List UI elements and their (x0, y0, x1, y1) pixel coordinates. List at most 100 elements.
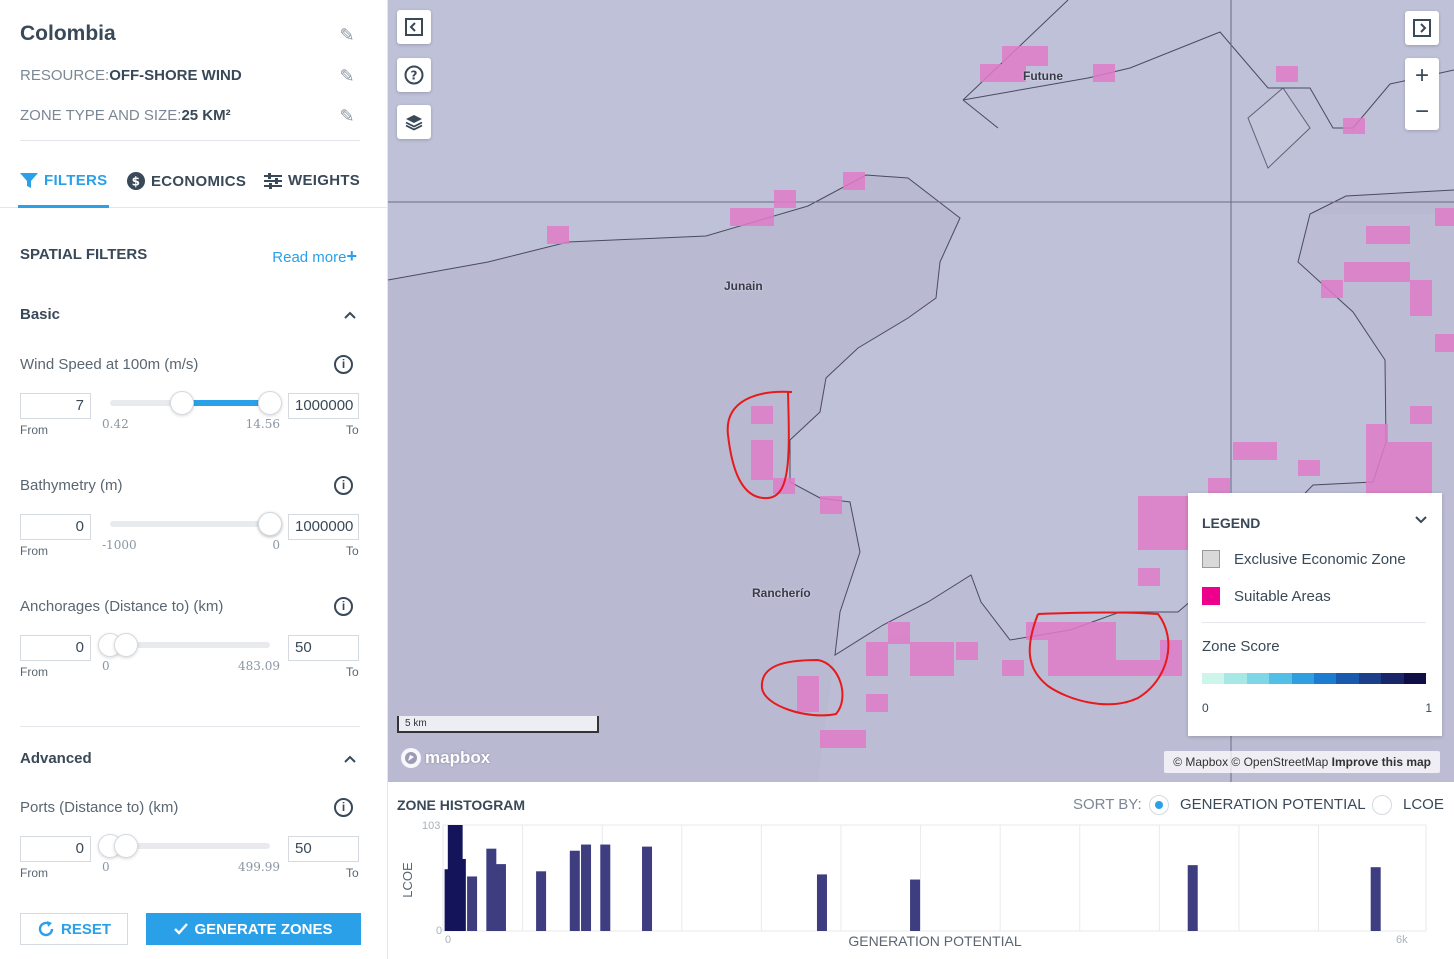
zoom-in-button[interactable]: + (1405, 58, 1439, 94)
histogram-bar[interactable] (455, 858, 466, 931)
histogram-bar[interactable] (1187, 865, 1198, 931)
range-max-handle[interactable] (258, 391, 282, 415)
suitable-area (730, 208, 774, 226)
score-color-step (1246, 673, 1270, 684)
tab-economics[interactable]: $ ECONOMICS (127, 172, 246, 190)
generate-zones-button[interactable]: GENERATE ZONES (146, 913, 361, 945)
filter-from-input[interactable]: 0 (20, 635, 91, 661)
filter-from-input[interactable]: 0 (20, 514, 91, 540)
generate-zones-label: GENERATE ZONES (194, 920, 333, 938)
edit-zone-type-icon[interactable]: ✎ (337, 106, 357, 126)
scale-bar: 5 km (397, 716, 599, 733)
place-label-junain: Junain (724, 279, 763, 293)
histogram-bar[interactable] (1370, 867, 1381, 931)
histogram-bar[interactable] (569, 850, 580, 931)
suitable-area (1048, 622, 1116, 676)
range-max-tick: 14.56 (245, 417, 280, 431)
suitable-area (1116, 660, 1160, 676)
info-icon[interactable]: i (334, 597, 353, 616)
check-icon (174, 923, 189, 935)
histogram-bar[interactable] (642, 846, 653, 931)
histogram-bar[interactable] (467, 876, 478, 931)
histogram-bar[interactable] (600, 844, 611, 931)
improve-map-link[interactable]: Improve this map (1332, 755, 1431, 769)
suitable-area (751, 406, 773, 424)
tab-weights[interactable]: WEIGHTS (264, 172, 360, 189)
histogram-bars (444, 825, 1381, 931)
histogram-bar[interactable] (536, 871, 547, 931)
range-min-handle[interactable] (170, 391, 194, 415)
score-color-step (1224, 673, 1247, 684)
filter-to-input[interactable]: 1000000 (288, 393, 359, 419)
collapse-sidebar-button[interactable] (397, 10, 431, 44)
suitable-area (1026, 622, 1048, 640)
histogram-bar[interactable] (910, 879, 921, 931)
chevron-up-icon[interactable] (343, 752, 357, 766)
info-icon[interactable]: i (334, 798, 353, 817)
histogram-bar[interactable] (816, 874, 827, 931)
range-max-handle[interactable] (258, 512, 282, 536)
map-canvas[interactable]: Futune Junain Rancherío ? + − 5 km mapbo… (388, 0, 1454, 782)
info-icon[interactable]: i (334, 355, 353, 374)
to-label: To (346, 665, 359, 679)
suitable-area (1233, 442, 1277, 460)
svg-text:$: $ (132, 175, 141, 189)
filter-icon (20, 172, 38, 188)
edit-resource-icon[interactable]: ✎ (337, 66, 357, 86)
score-min: 0 (1202, 701, 1209, 715)
edit-country-icon[interactable]: ✎ (337, 25, 357, 45)
place-label-futune: Futune (1023, 69, 1063, 83)
histogram-bar[interactable] (581, 844, 592, 931)
tab-bar: FILTERS $ ECONOMICS WEIGHTS (0, 160, 388, 208)
filter-label: Wind Speed at 100m (m/s) (20, 356, 199, 373)
legend-title: LEGEND (1202, 515, 1261, 531)
filter-to-input[interactable]: 50 (288, 635, 359, 661)
layers-button[interactable] (397, 105, 431, 139)
refresh-icon (38, 921, 54, 937)
help-button[interactable]: ? (397, 58, 431, 92)
help-icon: ? (404, 65, 424, 85)
range-max-handle[interactable] (114, 633, 138, 657)
basic-section-heading: Basic (20, 306, 61, 323)
read-more-link[interactable]: Read more+ (272, 246, 357, 267)
resource-value: OFF-SHORE WIND (109, 67, 242, 84)
suitable-area (956, 642, 978, 660)
filter-from-input[interactable]: 7 (20, 393, 91, 419)
divider (1202, 622, 1426, 623)
range-min-tick: 0 (102, 659, 110, 673)
suitable-area (1344, 262, 1410, 282)
tab-filters[interactable]: FILTERS (20, 172, 107, 189)
zoom-out-button[interactable]: − (1405, 94, 1439, 130)
suitable-area (1435, 208, 1454, 226)
layers-icon (405, 115, 423, 131)
plus-icon: + (346, 246, 357, 266)
range-max-handle[interactable] (114, 834, 138, 858)
sidebar: Colombia ✎ RESOURCE:OFF-SHORE WIND ✎ ZON… (0, 0, 388, 959)
histogram-bar[interactable] (495, 864, 506, 931)
info-icon[interactable]: i (334, 476, 353, 495)
legend-item-suitable: Suitable Areas (1202, 587, 1331, 605)
filter-from-input[interactable]: 0 (20, 836, 91, 862)
x-min-tick: 0 (445, 934, 451, 946)
chevron-down-icon[interactable] (1414, 513, 1428, 527)
chevron-up-icon[interactable] (343, 308, 357, 322)
x-axis-label: GENERATION POTENTIAL (848, 933, 1021, 949)
x-max-tick: 6k (1396, 934, 1408, 946)
legend-panel: LEGEND Exclusive Economic Zone Suitable … (1188, 493, 1442, 736)
expand-panel-button[interactable] (1405, 11, 1439, 45)
suitable-area (1208, 478, 1230, 494)
suitable-area (1410, 280, 1432, 316)
tab-weights-label: WEIGHTS (288, 172, 361, 189)
histogram-bar[interactable] (486, 848, 497, 931)
filter-to-input[interactable]: 50 (288, 836, 359, 862)
filter-label: Anchorages (Distance to) (km) (20, 598, 224, 615)
zone-type-label: ZONE TYPE AND SIZE: (20, 107, 182, 124)
filter-to-input[interactable]: 1000000 (288, 514, 359, 540)
reset-button[interactable]: RESET (20, 913, 128, 945)
mapbox-logo[interactable]: mapbox (400, 747, 490, 769)
range-track[interactable] (110, 521, 270, 527)
score-color-step (1336, 673, 1359, 684)
y-max-tick: 103 (422, 820, 440, 832)
zone-type-row: ZONE TYPE AND SIZE:25 KM² (20, 107, 231, 124)
attribution-text[interactable]: © Mapbox © OpenStreetMap (1173, 755, 1328, 769)
